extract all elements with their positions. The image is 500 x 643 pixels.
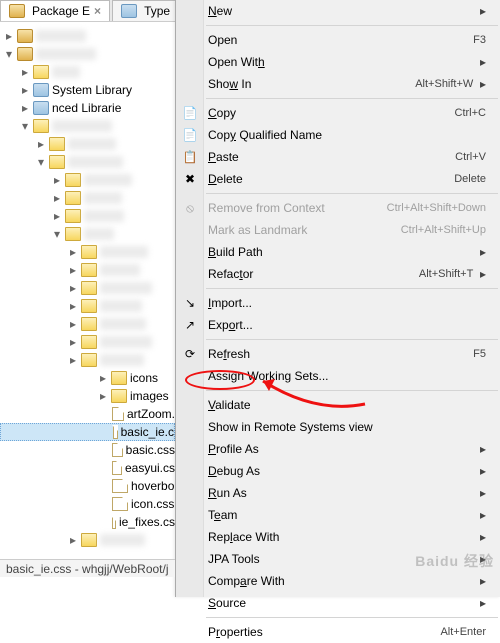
file-icon — [112, 407, 124, 421]
folder-icon — [65, 209, 81, 223]
tree-label: basic_ie.c — [121, 425, 174, 439]
menu-show-in-remote[interactable]: Show in Remote Systems view — [176, 416, 500, 438]
folder-icon — [81, 335, 97, 349]
remove-icon: ⦸ — [182, 200, 198, 216]
folder-icon — [111, 371, 127, 385]
folder-icon — [81, 317, 97, 331]
tab-package-explorer[interactable]: Package E × — [0, 0, 110, 21]
close-icon[interactable]: × — [94, 4, 101, 18]
tab-label: Type — [144, 4, 170, 18]
folder-icon — [81, 353, 97, 367]
file-icon — [112, 497, 128, 511]
folder-icon — [81, 263, 97, 277]
tree-label: icon.css — [131, 497, 174, 511]
folder-icon — [111, 389, 127, 403]
type-icon — [121, 4, 137, 18]
menu-paste[interactable]: 📋PasteCtrl+V — [176, 146, 500, 168]
tree-label: System Library — [52, 83, 132, 97]
package-explorer-tree[interactable]: ▸ ▾ ▸ ▸System Library ▸nced Librarie ▾ ▸… — [0, 22, 175, 562]
file-icon — [112, 479, 128, 493]
menu-mark-as-landmark: Mark as LandmarkCtrl+Alt+Shift+Up — [176, 219, 500, 241]
tree-label: nced Librarie — [52, 101, 121, 115]
tab-type[interactable]: Type — [112, 0, 179, 21]
tree-label: basic.css — [126, 443, 175, 457]
menu-run-as[interactable]: Run As▸ — [176, 482, 500, 504]
tree-label: easyui.cs — [125, 461, 175, 475]
menu-source[interactable]: Source▸ — [176, 592, 500, 614]
tree-label: artZoom. — [127, 407, 175, 421]
menu-build-path[interactable]: Build Path▸ — [176, 241, 500, 263]
paste-icon: 📋 — [182, 149, 198, 165]
menu-profile-as[interactable]: Profile As▸ — [176, 438, 500, 460]
context-menu: New▸ OpenF3 Open With▸ Show InAlt+Shift+… — [175, 0, 500, 597]
folder-icon — [49, 155, 65, 169]
delete-icon: ✖ — [182, 171, 198, 187]
tab-label: Package E — [32, 4, 90, 18]
folder-icon — [65, 173, 81, 187]
refresh-icon: ⟳ — [182, 346, 198, 362]
file-icon — [112, 515, 116, 529]
tree-item-selected[interactable]: basic_ie.c — [0, 423, 175, 441]
menu-copy[interactable]: 📄CopyCtrl+C — [176, 102, 500, 124]
menu-assign-working-sets[interactable]: Assign Working Sets... — [176, 365, 500, 387]
tree-label: hoverbo — [131, 479, 174, 493]
project-icon — [17, 29, 33, 43]
tree-label: ie_fixes.cs — [119, 515, 175, 529]
menu-new[interactable]: New▸ — [176, 0, 500, 22]
folder-icon — [33, 65, 49, 79]
menu-jpa-tools[interactable]: JPA Tools▸ — [176, 548, 500, 570]
menu-properties[interactable]: PropertiesAlt+Enter — [176, 621, 500, 643]
menu-team[interactable]: Team▸ — [176, 504, 500, 526]
menu-refresh[interactable]: ⟳RefreshF5 — [176, 343, 500, 365]
library-icon — [33, 83, 49, 97]
file-icon — [113, 425, 118, 439]
folder-icon — [81, 245, 97, 259]
menu-validate[interactable]: Validate — [176, 394, 500, 416]
folder-icon — [65, 227, 81, 241]
file-icon — [112, 443, 123, 457]
menu-delete[interactable]: ✖DeleteDelete — [176, 168, 500, 190]
folder-icon — [49, 137, 65, 151]
package-icon — [9, 4, 25, 18]
menu-compare-with[interactable]: Compare With▸ — [176, 570, 500, 592]
menu-refactor[interactable]: RefactorAlt+Shift+T ▸ — [176, 263, 500, 285]
tree-label: images — [130, 389, 169, 403]
export-icon: ↗ — [182, 317, 198, 333]
folder-icon — [81, 533, 97, 547]
menu-replace-with[interactable]: Replace With▸ — [176, 526, 500, 548]
folder-icon — [65, 191, 81, 205]
menu-open[interactable]: OpenF3 — [176, 29, 500, 51]
menu-copy-qualified-name[interactable]: 📄Copy Qualified Name — [176, 124, 500, 146]
menu-open-with[interactable]: Open With▸ — [176, 51, 500, 73]
menu-remove-from-context: ⦸Remove from ContextCtrl+Alt+Shift+Down — [176, 197, 500, 219]
menu-debug-as[interactable]: Debug As▸ — [176, 460, 500, 482]
tree-label: icons — [130, 371, 158, 385]
menu-import[interactable]: ↘Import... — [176, 292, 500, 314]
copy-icon: 📄 — [182, 127, 198, 143]
library-icon — [33, 101, 49, 115]
import-icon: ↘ — [182, 295, 198, 311]
file-icon — [112, 461, 122, 475]
folder-icon — [81, 281, 97, 295]
project-icon — [17, 47, 33, 61]
menu-export[interactable]: ↗Export... — [176, 314, 500, 336]
menu-show-in[interactable]: Show InAlt+Shift+W ▸ — [176, 73, 500, 95]
folder-icon — [81, 299, 97, 313]
status-bar: basic_ie.css - whgjj/WebRoot/j — [0, 559, 175, 577]
copy-icon: 📄 — [182, 105, 198, 121]
folder-icon — [33, 119, 49, 133]
